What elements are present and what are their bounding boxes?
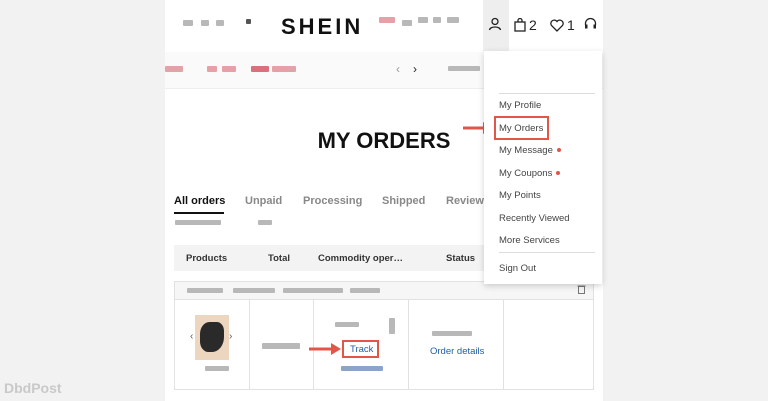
track-link[interactable]: Track <box>350 344 373 355</box>
blurred-text <box>187 288 223 293</box>
blurred-status <box>432 331 472 336</box>
trash-icon[interactable] <box>577 284 586 297</box>
tab-shipped[interactable]: Shipped <box>382 195 425 207</box>
menu-item-my-orders[interactable]: My Orders <box>499 123 543 134</box>
blurred-text <box>258 220 272 225</box>
headset-icon[interactable] <box>584 17 597 31</box>
blurred-text <box>205 366 229 371</box>
blurred-text <box>389 318 395 334</box>
column-header-products: Products <box>186 253 228 264</box>
blurred-total <box>262 343 300 349</box>
order-details-link[interactable]: Order details <box>430 346 484 357</box>
cell-divider <box>249 300 250 390</box>
menu-item-my-message[interactable]: My Message <box>499 145 561 156</box>
blurred-text <box>418 17 428 23</box>
cell-divider <box>503 300 504 390</box>
blurred-text <box>402 20 412 26</box>
tab-unpaid[interactable]: Unpaid <box>245 195 282 207</box>
tab-processing[interactable]: Processing <box>303 195 362 207</box>
chevron-right-icon[interactable]: › <box>229 331 232 342</box>
active-tab-indicator <box>174 212 224 214</box>
user-icon[interactable] <box>488 17 502 31</box>
blurred-text <box>272 66 296 72</box>
menu-item-more-services[interactable]: More Services <box>499 235 560 246</box>
column-header-commodity: Commodity oper… <box>318 253 403 264</box>
chevron-left-icon[interactable]: ‹ <box>396 62 400 76</box>
cart-count: 2 <box>529 17 537 33</box>
menu-item-my-points[interactable]: My Points <box>499 190 541 201</box>
menu-item-label: My Message <box>499 145 553 156</box>
blurred-text <box>222 66 236 72</box>
tab-review[interactable]: Review <box>446 195 484 207</box>
menu-item-label: My Coupons <box>499 168 553 179</box>
blurred-text <box>251 66 269 72</box>
blurred-text <box>448 66 480 71</box>
shein-logo[interactable]: SHEIN <box>281 14 363 40</box>
menu-item-my-profile[interactable]: My Profile <box>499 100 541 111</box>
site-header <box>165 0 603 52</box>
blurred-text <box>216 20 224 26</box>
watermark: DbdPost <box>4 380 62 396</box>
wishlist-count: 1 <box>567 17 575 33</box>
blurred-text <box>283 288 343 293</box>
blurred-text <box>379 17 395 23</box>
page-title: MY ORDERS <box>317 128 451 153</box>
blurred-text <box>175 220 221 225</box>
notification-dot <box>556 171 561 176</box>
blurred-text <box>447 17 459 23</box>
blurred-text <box>233 288 275 293</box>
blurred-text <box>246 19 251 24</box>
blurred-text <box>165 66 183 72</box>
bag-icon <box>514 18 526 32</box>
product-image <box>200 322 224 352</box>
dropdown-divider <box>499 252 595 253</box>
column-header-total: Total <box>268 253 290 264</box>
chevron-left-icon[interactable]: ‹ <box>190 331 193 342</box>
dropdown-divider <box>499 93 595 94</box>
menu-item-sign-out[interactable]: Sign Out <box>499 263 536 274</box>
annotation-arrow-icon <box>309 343 341 355</box>
blurred-text <box>183 20 193 26</box>
blurred-text <box>433 17 441 23</box>
heart-icon <box>550 18 564 32</box>
cell-divider <box>408 300 409 390</box>
tab-all-orders[interactable]: All orders <box>174 195 225 207</box>
menu-item-recently-viewed[interactable]: Recently Viewed <box>499 213 570 224</box>
blurred-text <box>207 66 217 72</box>
notification-dot <box>556 148 561 153</box>
chevron-right-icon[interactable]: › <box>413 62 417 76</box>
column-header-status: Status <box>446 253 476 264</box>
blurred-text <box>201 20 209 26</box>
blurred-text <box>350 288 380 293</box>
order-row <box>174 300 594 390</box>
cart-button[interactable]: 2 <box>514 17 537 33</box>
blurred-text <box>341 366 383 371</box>
blurred-text <box>335 322 359 327</box>
menu-item-my-coupons[interactable]: My Coupons <box>499 168 561 179</box>
wishlist-button[interactable]: 1 <box>550 17 575 33</box>
